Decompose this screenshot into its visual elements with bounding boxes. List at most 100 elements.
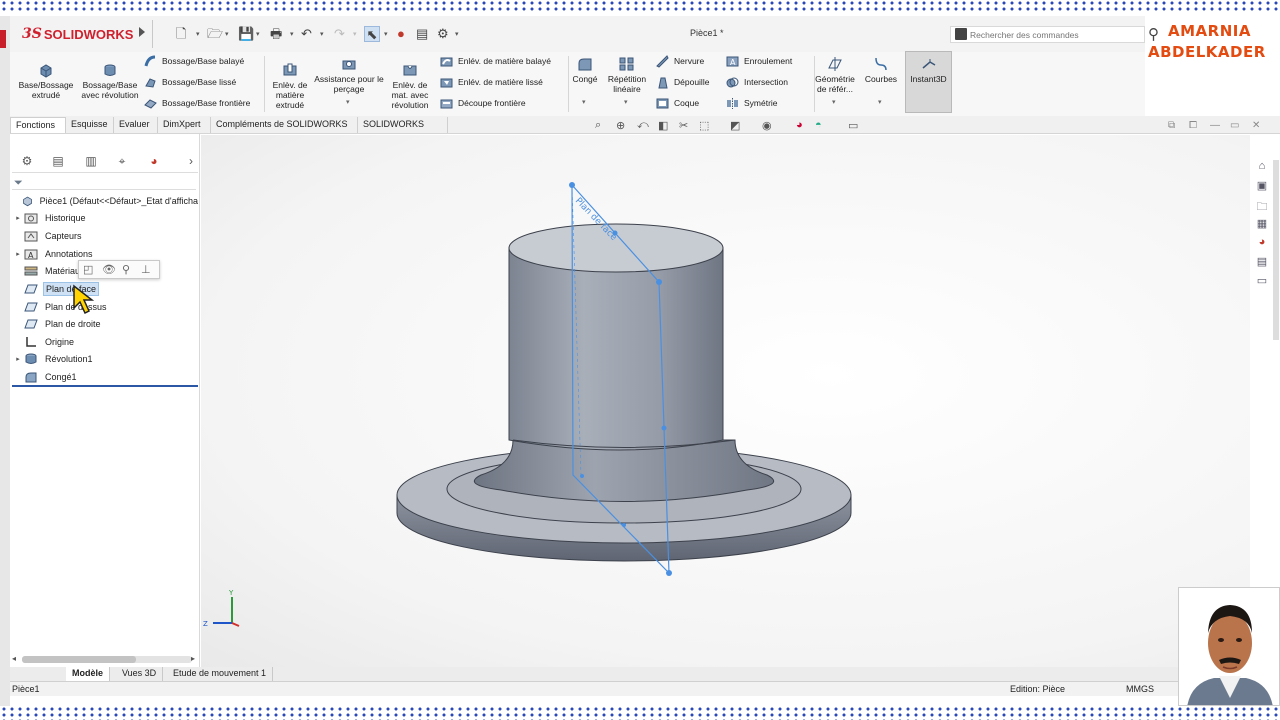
swept-cut-button[interactable]: Enlév. de matière balayé bbox=[440, 53, 551, 69]
undo-icon[interactable]: ↶ bbox=[301, 26, 312, 42]
expand-arrow-icon[interactable]: ▸ bbox=[12, 250, 24, 258]
chevron-right-icon[interactable]: › bbox=[180, 154, 202, 170]
part-model[interactable]: Plan de face Y Z bbox=[201, 135, 1250, 667]
tab-motion-study-1[interactable]: Etude de mouvement 1 bbox=[167, 667, 274, 681]
maximize-icon[interactable]: ▭ bbox=[1230, 120, 1239, 131]
tree-item-origin[interactable]: Origine bbox=[12, 333, 200, 350]
tree-item-top-plane[interactable]: Plan de dessus bbox=[12, 298, 200, 315]
tree-root[interactable]: Pièce1 (Défaut<<Défaut>_Etat d'afficha bbox=[12, 192, 200, 209]
tab-evaluate[interactable]: Evaluer bbox=[114, 117, 158, 133]
print-icon[interactable]: 🖶 bbox=[270, 26, 282, 42]
close-icon[interactable]: ✕ bbox=[1252, 120, 1260, 131]
linear-pattern-button[interactable]: Répétition linéaire bbox=[602, 56, 652, 94]
tree-item-sensors[interactable]: Capteurs bbox=[12, 227, 200, 244]
section-view-icon[interactable]: ◧ bbox=[658, 119, 668, 135]
search-input[interactable] bbox=[970, 28, 1142, 41]
instant3d-button[interactable]: Instant3D bbox=[905, 51, 952, 113]
chevron-down-icon[interactable]: ▾ bbox=[353, 30, 357, 38]
lofted-cut-button[interactable]: Enlév. de matière lissé bbox=[440, 74, 543, 90]
tile-window-icon[interactable]: ⧉ bbox=[1168, 120, 1175, 131]
normal-to-icon[interactable]: ⚲ bbox=[122, 263, 130, 276]
property-manager-tab-icon[interactable]: ▤ bbox=[47, 154, 69, 170]
redo-icon[interactable]: ↷ bbox=[334, 26, 345, 42]
chevron-down-icon[interactable]: ▾ bbox=[832, 98, 836, 106]
chevron-down-icon[interactable]: ▾ bbox=[196, 30, 200, 38]
command-search-box[interactable] bbox=[950, 26, 1145, 43]
chevron-down-icon[interactable]: ▾ bbox=[256, 30, 260, 38]
tab-solidworks-mbd[interactable]: SOLIDWORKS MBD bbox=[358, 117, 448, 144]
view-palette-icon[interactable]: ▦ bbox=[1252, 217, 1272, 236]
file-explorer-icon[interactable]: 🗀 bbox=[1252, 198, 1272, 217]
sketch-icon[interactable]: ◰ bbox=[83, 263, 93, 276]
edit-appearance-icon[interactable]: ◕ bbox=[796, 119, 803, 135]
hole-wizard-button[interactable]: Assistance pour le perçage bbox=[314, 56, 384, 94]
boundary-boss-button[interactable]: Bossage/Base frontière bbox=[144, 95, 250, 111]
tab-3d-views[interactable]: Vues 3D bbox=[116, 667, 164, 681]
zoom-to-fit-icon[interactable]: ⌕ bbox=[595, 119, 601, 135]
select-cursor-icon[interactable]: ⬉ bbox=[364, 26, 380, 42]
file-properties-icon[interactable]: ▤ bbox=[416, 26, 428, 42]
view-orientation-icon[interactable]: ⬚ bbox=[699, 119, 709, 135]
tab-features[interactable]: Fonctions bbox=[10, 117, 66, 133]
chevron-down-icon[interactable]: ▾ bbox=[225, 30, 229, 38]
chevron-down-icon[interactable]: ▾ bbox=[346, 98, 350, 106]
rebuild-traffic-light-icon[interactable]: ● bbox=[397, 26, 405, 42]
options-gear-icon[interactable]: ⚙ bbox=[437, 26, 449, 42]
solidworks-logo[interactable]: 3S SOLIDWORKS bbox=[22, 22, 133, 46]
chevron-down-icon[interactable]: ▾ bbox=[878, 98, 882, 106]
tab-sketch[interactable]: Esquisse bbox=[66, 117, 114, 133]
configuration-manager-tab-icon[interactable]: ▥ bbox=[80, 154, 102, 170]
tree-item-revolve1[interactable]: ▸ Révolution1 bbox=[12, 350, 200, 367]
display-manager-tab-icon[interactable]: ◕ bbox=[143, 154, 165, 170]
feature-manager-tab-icon[interactable]: ⚙ bbox=[16, 154, 38, 170]
tab-solidworks-addins[interactable]: Compléments de SOLIDWORKS bbox=[211, 117, 358, 133]
swept-boss-button[interactable]: Bossage/Base balayé bbox=[144, 53, 244, 69]
rib-button[interactable]: Nervure bbox=[656, 53, 704, 69]
home-icon[interactable]: ⌂ bbox=[1252, 160, 1272, 179]
design-library-icon[interactable]: ▣ bbox=[1252, 179, 1272, 198]
restore-window-icon[interactable]: ⧠ bbox=[1189, 120, 1197, 131]
tab-dimxpert[interactable]: DimXpert bbox=[158, 117, 211, 133]
intersect-button[interactable]: Intersection bbox=[726, 74, 788, 90]
lofted-boss-button[interactable]: Bossage/Base lissé bbox=[144, 74, 236, 90]
scroll-right-icon[interactable]: ▸ bbox=[191, 654, 195, 663]
dynamic-annotation-icon[interactable]: ✂ bbox=[679, 119, 688, 135]
tab-model[interactable]: Modèle bbox=[66, 667, 111, 681]
chevron-down-icon[interactable]: ▾ bbox=[455, 30, 459, 38]
chevron-down-icon[interactable]: ▾ bbox=[624, 98, 628, 106]
zoom-area-icon[interactable]: ⊕ bbox=[616, 119, 625, 135]
shell-button[interactable]: Coque bbox=[656, 95, 699, 111]
open-folder-icon[interactable]: 🗁 bbox=[207, 26, 223, 42]
reference-plane-icon[interactable]: ⊥ bbox=[141, 263, 151, 276]
tree-item-fillet1[interactable]: Congé1 bbox=[12, 368, 200, 385]
filter-input[interactable] bbox=[12, 189, 196, 190]
fillet-button[interactable]: Congé bbox=[569, 56, 601, 84]
tree-item-history[interactable]: ▸ Historique bbox=[12, 209, 200, 226]
appearances-icon[interactable]: ◕ bbox=[1252, 236, 1272, 255]
show-hide-eye-icon[interactable]: 👁 bbox=[102, 263, 116, 276]
apply-scene-icon[interactable]: ◓ bbox=[815, 119, 822, 135]
revolved-boss-button[interactable]: Bossage/Base avec révolution bbox=[80, 62, 140, 100]
save-icon[interactable]: 💾 bbox=[238, 26, 254, 42]
draft-button[interactable]: Dépouille bbox=[656, 74, 709, 90]
chevron-down-icon[interactable]: ▾ bbox=[290, 30, 294, 38]
hide-show-items-icon[interactable]: ◉ bbox=[762, 119, 772, 135]
expand-arrow-icon[interactable]: ▸ bbox=[12, 214, 24, 222]
graphics-area[interactable]: Plan de face Y Z bbox=[201, 135, 1250, 667]
chevron-down-icon[interactable]: ▾ bbox=[384, 30, 388, 38]
display-style-icon[interactable]: ◩ bbox=[730, 119, 740, 135]
menu-expand-icon[interactable] bbox=[139, 27, 145, 37]
previous-view-icon[interactable]: ⤺ bbox=[637, 119, 649, 135]
curves-button[interactable]: Courbes bbox=[862, 56, 900, 84]
minimize-icon[interactable]: — bbox=[1210, 120, 1220, 131]
extruded-cut-button[interactable]: Enlèv. de matière extrudé bbox=[266, 62, 314, 110]
chevron-down-icon[interactable]: ▾ bbox=[320, 30, 324, 38]
rollback-bar[interactable] bbox=[12, 385, 198, 387]
status-units[interactable]: MMGS bbox=[1126, 684, 1154, 694]
view-settings-icon[interactable]: ▭ bbox=[848, 119, 858, 135]
chevron-down-icon[interactable]: ▾ bbox=[582, 98, 586, 106]
search-icon[interactable]: ⚲ bbox=[1148, 25, 1159, 43]
reference-geometry-button[interactable]: Géométrie de référ... bbox=[810, 56, 860, 94]
extruded-boss-button[interactable]: Base/Bossage extrudé bbox=[16, 62, 76, 100]
expand-arrow-icon[interactable]: ▸ bbox=[12, 355, 24, 363]
